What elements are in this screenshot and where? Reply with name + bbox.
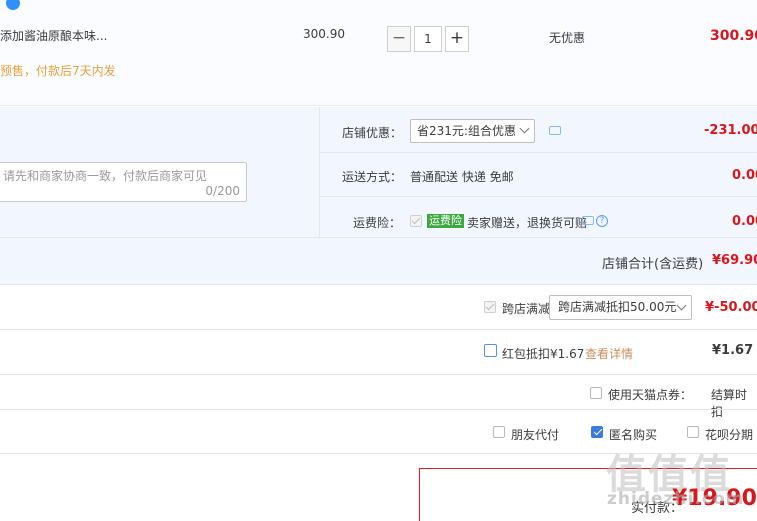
cross-store-selected: 跨店满减抵扣50.00元: [558, 300, 677, 314]
divider: [320, 196, 757, 197]
shop-discount-value: -231.00: [704, 123, 757, 138]
shipping-label: 运送方式：: [342, 170, 403, 184]
shop-discount-selected: 省231元:组合优惠: [417, 124, 516, 138]
anonymous-checkbox[interactable]: [591, 426, 603, 438]
insurance-text: 卖家赠送，退换货可赔: [467, 216, 588, 230]
red-packet-value: ¥1.67: [712, 343, 754, 358]
insurance-label: 运费险：: [353, 216, 402, 230]
increase-button[interactable]: +: [445, 26, 469, 52]
insurance-price: 0.00: [732, 214, 757, 229]
friend-pay-label: 朋友代付: [511, 428, 560, 442]
divider: [320, 152, 757, 153]
insurance-tag: 运费险: [427, 214, 464, 228]
red-packet-label: 红包抵扣¥1.67: [502, 347, 585, 361]
message-icon[interactable]: [582, 216, 594, 225]
chevron-down-icon: [519, 123, 530, 134]
divider: [0, 329, 757, 330]
shop-discount-select[interactable]: 省231元:组合优惠: [410, 119, 535, 143]
red-packet-checkbox[interactable]: [484, 344, 497, 357]
cross-store-value: ¥-50.00: [705, 300, 757, 315]
decrease-button[interactable]: −: [387, 26, 411, 52]
insurance-checkbox: [410, 215, 422, 227]
shop-subtotal-value: ¥69.90: [712, 253, 757, 268]
divider: [319, 107, 320, 237]
divider: [0, 374, 757, 375]
presale-note: 预售，付款后7天内发: [0, 64, 116, 78]
shop-discount-label: 店铺优惠：: [342, 126, 403, 140]
item-discount: 无优惠: [549, 31, 586, 45]
quantity-input[interactable]: 1: [414, 26, 442, 52]
anonymous-label: 匿名购买: [609, 428, 658, 442]
divider: [0, 409, 757, 410]
friend-pay-checkbox[interactable]: [493, 426, 505, 438]
red-packet-details-link[interactable]: 查看详情: [585, 345, 633, 362]
help-icon[interactable]: ?: [596, 215, 608, 227]
quantity-stepper: − 1 +: [387, 26, 469, 52]
shipping-method: 普通配送 快递 免邮: [410, 170, 514, 184]
cross-store-select[interactable]: 跨店满减抵扣50.00元: [549, 295, 692, 320]
cart-item-row: [0, 0, 757, 106]
points-settle-text: 结算时扣: [711, 388, 748, 419]
item-total: 300.90: [710, 28, 757, 44]
huabei-checkbox[interactable]: [687, 426, 699, 438]
huabei-label: 花呗分期: [705, 428, 754, 442]
message-placeholder: 请先和商家协商一致，付款后商家可见: [3, 169, 208, 183]
buyer-message-input[interactable]: 请先和商家协商一致，付款后商家可见 0/200: [0, 162, 247, 202]
shipping-price: 0.00: [732, 168, 757, 183]
cross-store-checkbox: [484, 301, 496, 313]
message-char-count: 0/200: [205, 184, 240, 198]
message-icon[interactable]: [549, 126, 561, 135]
unit-price: 300.90: [303, 27, 345, 41]
item-name[interactable]: 添加酱油原酿本味...: [0, 27, 107, 44]
divider: [0, 237, 757, 238]
points-checkbox[interactable]: [590, 387, 602, 399]
watermark-url: zhidezhi.com: [607, 489, 745, 509]
cross-store-label: 跨店满减: [502, 302, 551, 316]
chevron-down-icon: [676, 300, 687, 311]
shop-subtotal-label: 店铺合计(含运费): [602, 257, 704, 272]
points-label: 使用天猫点券：: [608, 388, 693, 402]
